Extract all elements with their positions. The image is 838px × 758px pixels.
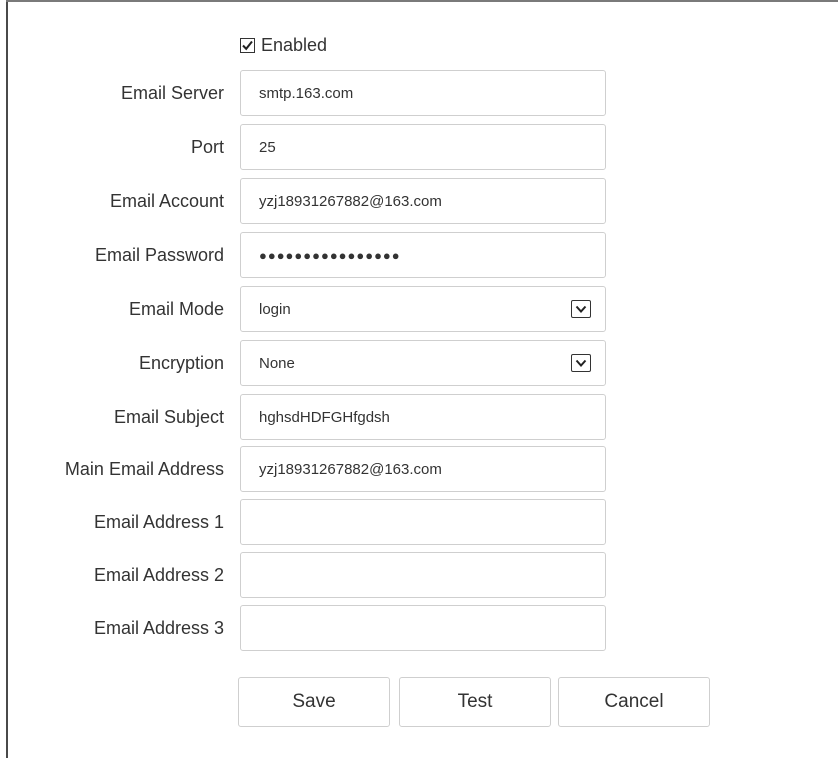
frame-top-border: [6, 0, 838, 2]
email-subject-input[interactable]: hghsdHDFGHfgdsh: [240, 394, 606, 440]
email-mode-label: Email Mode: [128, 298, 224, 319]
email-mode-value: login: [259, 300, 291, 318]
email-address-3-row: Email Address 3: [0, 605, 838, 651]
encryption-value: None: [259, 354, 295, 372]
email-password-label: Email Password: [94, 244, 224, 265]
main-email-address-input[interactable]: yzj18931267882@163.com: [240, 446, 606, 492]
port-row: Port 25: [0, 124, 838, 170]
email-subject-label: Email Subject: [113, 406, 224, 427]
email-account-label: Email Account: [109, 190, 224, 211]
port-input[interactable]: 25: [240, 124, 606, 170]
main-email-address-label: Main Email Address: [64, 458, 224, 479]
email-address-2-input[interactable]: [240, 552, 606, 598]
email-subject-row: Email Subject hghsdHDFGHfgdsh: [0, 394, 838, 440]
cancel-button[interactable]: Cancel: [558, 677, 710, 727]
email-server-label: Email Server: [120, 82, 224, 103]
enabled-checkbox[interactable]: [240, 37, 255, 53]
enabled-label: Enabled: [261, 34, 328, 55]
email-address-1-row: Email Address 1: [0, 499, 838, 545]
email-password-row: Email Password ●●●●●●●●●●●●●●●●: [0, 232, 838, 278]
chevron-down-icon: [575, 359, 587, 367]
email-server-row: Email Server smtp.163.com: [0, 70, 838, 116]
port-label: Port: [190, 136, 224, 157]
save-button[interactable]: Save: [238, 677, 390, 727]
email-address-1-input[interactable]: [240, 499, 606, 545]
email-address-3-input[interactable]: [240, 605, 606, 651]
email-mode-row: Email Mode login: [0, 286, 838, 332]
encryption-dropdown-button[interactable]: [571, 354, 591, 372]
checkmark-icon: [242, 40, 253, 50]
email-address-2-row: Email Address 2: [0, 552, 838, 598]
chevron-down-icon: [575, 305, 587, 313]
test-button[interactable]: Test: [399, 677, 551, 727]
email-address-1-label: Email Address 1: [93, 511, 224, 532]
email-account-row: Email Account yzj18931267882@163.com: [0, 178, 838, 224]
email-account-input[interactable]: yzj18931267882@163.com: [240, 178, 606, 224]
email-password-input[interactable]: ●●●●●●●●●●●●●●●●: [240, 232, 606, 278]
email-mode-select[interactable]: login: [240, 286, 606, 332]
main-email-address-row: Main Email Address yzj18931267882@163.co…: [0, 446, 838, 492]
encryption-label: Encryption: [138, 352, 224, 373]
email-address-3-label: Email Address 3: [93, 617, 224, 638]
encryption-row: Encryption None: [0, 340, 838, 386]
email-server-input[interactable]: smtp.163.com: [240, 70, 606, 116]
email-address-2-label: Email Address 2: [93, 564, 224, 585]
email-mode-dropdown-button[interactable]: [571, 300, 591, 318]
encryption-select[interactable]: None: [240, 340, 606, 386]
enabled-toggle[interactable]: Enabled: [240, 34, 327, 56]
